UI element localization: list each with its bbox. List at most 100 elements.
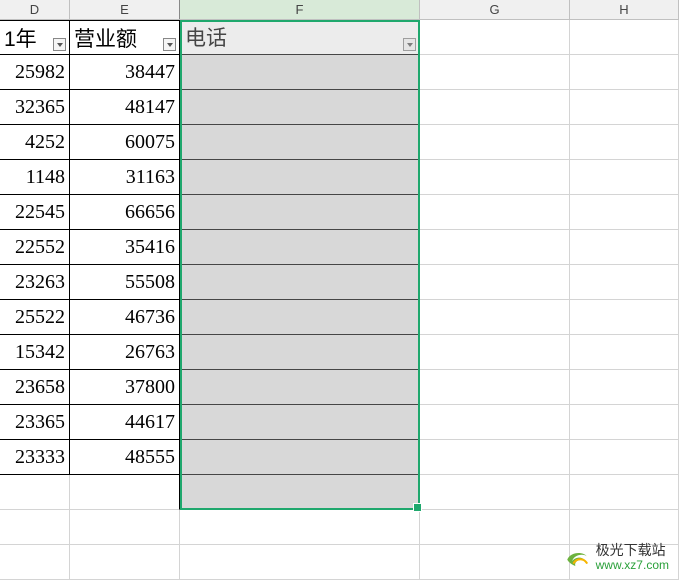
cell-e[interactable]: 44617 [70,405,180,440]
table-header-row: 1年 营业额 电话 [0,20,679,55]
empty-cell[interactable] [570,20,679,55]
empty-cell[interactable] [570,510,679,545]
empty-cell[interactable] [0,475,70,510]
cell-e[interactable]: 66656 [70,195,180,230]
empty-cell[interactable] [420,90,570,125]
empty-cell[interactable] [570,335,679,370]
cell-f[interactable] [180,125,420,160]
cell-e[interactable]: 26763 [70,335,180,370]
empty-cell[interactable] [570,55,679,90]
cell-d[interactable]: 23365 [0,405,70,440]
col-header-h[interactable]: H [570,0,679,19]
empty-cell[interactable] [0,510,70,545]
table-row: 25522 46736 [0,300,679,335]
cell-f[interactable] [180,55,420,90]
col-header-e[interactable]: E [70,0,180,19]
table-row: 4252 60075 [0,125,679,160]
data-area: 1年 营业额 电话 25982 38447 32365 48147 [0,20,679,580]
cell-d[interactable]: 23658 [0,370,70,405]
empty-cell[interactable] [570,370,679,405]
empty-cell[interactable] [570,195,679,230]
cell-d[interactable]: 25982 [0,55,70,90]
empty-cell[interactable] [420,545,570,580]
cell-e[interactable]: 31163 [70,160,180,195]
col-header-f[interactable]: F [180,0,420,19]
cell-f[interactable] [180,90,420,125]
empty-cell[interactable] [420,195,570,230]
cell-f[interactable] [180,230,420,265]
cell-d[interactable]: 23263 [0,265,70,300]
empty-cell[interactable] [570,475,679,510]
cell-d[interactable]: 22552 [0,230,70,265]
empty-cell[interactable] [180,510,420,545]
empty-cell[interactable] [420,300,570,335]
empty-cell[interactable] [420,125,570,160]
empty-cell[interactable] [70,475,180,510]
cell-e[interactable]: 38447 [70,55,180,90]
column-headers-row: D E F G H [0,0,679,20]
cell-e[interactable]: 48555 [70,440,180,475]
cell-e[interactable]: 55508 [70,265,180,300]
filter-icon[interactable] [403,38,416,51]
empty-cell[interactable] [570,300,679,335]
header-label: 营业额 [74,23,137,53]
cell-d[interactable]: 4252 [0,125,70,160]
col-header-g[interactable]: G [420,0,570,19]
header-label: 电话 [185,22,227,52]
empty-cell[interactable] [570,90,679,125]
header-cell-e[interactable]: 营业额 [70,20,180,55]
watermark: 极光下载站 www.xz7.com [564,543,669,572]
cell-f[interactable] [180,440,420,475]
table-row: 22545 66656 [0,195,679,230]
cell-f[interactable] [180,195,420,230]
empty-cell[interactable] [570,125,679,160]
empty-cell[interactable] [570,230,679,265]
cell-e[interactable]: 60075 [70,125,180,160]
watermark-url: www.xz7.com [596,559,669,572]
filter-icon[interactable] [53,38,66,51]
empty-cell[interactable] [420,20,570,55]
empty-cell[interactable] [570,405,679,440]
cell-f[interactable] [180,265,420,300]
empty-cell[interactable] [420,55,570,90]
cell-f[interactable] [180,475,420,510]
table-row: 25982 38447 [0,55,679,90]
empty-cell[interactable] [180,545,420,580]
empty-cell[interactable] [420,265,570,300]
cell-e[interactable]: 35416 [70,230,180,265]
empty-cell[interactable] [420,335,570,370]
header-cell-d[interactable]: 1年 [0,20,70,55]
cell-d[interactable]: 32365 [0,90,70,125]
filter-icon[interactable] [163,38,176,51]
empty-cell[interactable] [420,160,570,195]
cell-d[interactable]: 1148 [0,160,70,195]
empty-cell[interactable] [420,405,570,440]
watermark-text: 极光下载站 www.xz7.com [596,543,669,572]
empty-cell[interactable] [0,545,70,580]
empty-cell[interactable] [570,160,679,195]
cell-e[interactable]: 37800 [70,370,180,405]
cell-d[interactable]: 15342 [0,335,70,370]
cell-f[interactable] [180,370,420,405]
empty-cell[interactable] [570,440,679,475]
header-cell-f[interactable]: 电话 [180,20,420,55]
cell-d[interactable]: 25522 [0,300,70,335]
empty-cell[interactable] [420,475,570,510]
cell-e[interactable]: 48147 [70,90,180,125]
cell-d[interactable]: 22545 [0,195,70,230]
empty-cell[interactable] [420,510,570,545]
cell-f[interactable] [180,405,420,440]
cell-f[interactable] [180,160,420,195]
empty-cell[interactable] [570,265,679,300]
empty-cell[interactable] [70,510,180,545]
empty-cell[interactable] [70,545,180,580]
cell-f[interactable] [180,335,420,370]
col-header-d[interactable]: D [0,0,70,19]
empty-cell[interactable] [420,230,570,265]
cell-e[interactable]: 46736 [70,300,180,335]
table-row [0,475,679,510]
empty-cell[interactable] [420,440,570,475]
empty-cell[interactable] [420,370,570,405]
cell-d[interactable]: 23333 [0,440,70,475]
cell-f[interactable] [180,300,420,335]
